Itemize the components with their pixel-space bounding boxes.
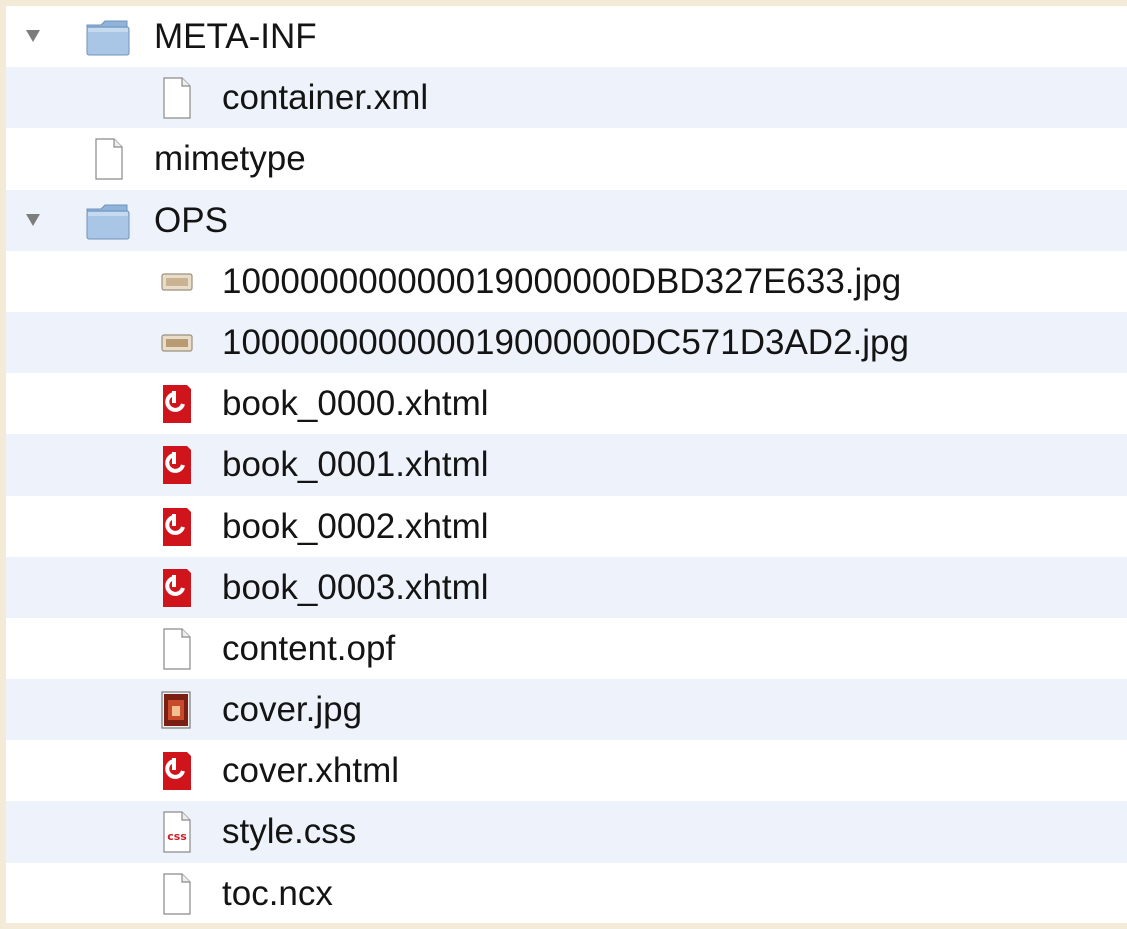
list-item-folder[interactable]: META-INF <box>6 6 1127 68</box>
list-item-file[interactable]: cover.jpg <box>6 679 1127 741</box>
list-item-file[interactable]: cover.xhtml <box>6 740 1127 802</box>
item-name: cover.xhtml <box>222 751 399 791</box>
xhtml-document-icon <box>152 382 200 426</box>
document-icon <box>152 627 200 671</box>
list-item-file[interactable]: content.opf <box>6 617 1127 680</box>
folder-icon <box>84 199 132 243</box>
item-name: book_0001.xhtml <box>222 445 489 485</box>
item-name: container.xml <box>222 78 429 118</box>
item-name: cover.jpg <box>222 690 363 730</box>
list-item-file[interactable]: css style.css <box>6 801 1127 863</box>
xhtml-document-icon <box>152 749 200 793</box>
list-item-file[interactable]: toc.ncx <box>6 862 1127 923</box>
list-item-folder[interactable]: OPS <box>6 189 1127 251</box>
document-icon <box>152 76 200 120</box>
item-name: book_0002.xhtml <box>222 506 489 546</box>
image-thumbnail-icon <box>152 260 200 304</box>
item-name: 100000000000019000000DBD327E633.jpg <box>222 261 902 301</box>
xhtml-document-icon <box>152 566 200 610</box>
disclosure-triangle-icon[interactable] <box>26 30 40 42</box>
list-item-file[interactable]: 100000000000019000000DC571D3AD2.jpg <box>6 311 1127 374</box>
list-item-file[interactable]: book_0002.xhtml <box>6 495 1127 557</box>
list-item-file[interactable]: book_0000.xhtml <box>6 373 1127 435</box>
item-name: mimetype <box>154 139 306 179</box>
image-preview-icon <box>152 688 200 732</box>
list-item-file[interactable]: mimetype <box>6 128 1127 190</box>
item-name: META-INF <box>154 17 317 56</box>
list-item-file[interactable]: container.xml <box>6 67 1127 129</box>
xhtml-document-icon <box>152 443 200 487</box>
item-name: book_0003.xhtml <box>222 567 489 607</box>
svg-text:css: css <box>167 830 187 843</box>
image-thumbnail-icon <box>152 321 200 365</box>
list-item-file[interactable]: book_0001.xhtml <box>6 434 1127 496</box>
css-document-icon: css <box>152 810 200 854</box>
item-name: OPS <box>154 200 228 240</box>
item-name: 100000000000019000000DC571D3AD2.jpg <box>222 322 909 362</box>
xhtml-document-icon <box>152 505 200 549</box>
item-name: book_0000.xhtml <box>222 384 489 424</box>
document-icon <box>84 137 132 181</box>
file-list: META-INF container.xml mimetype OPS 1000… <box>6 6 1127 923</box>
list-item-file[interactable]: 100000000000019000000DBD327E633.jpg <box>6 250 1127 312</box>
list-item-file[interactable]: book_0003.xhtml <box>6 556 1127 618</box>
item-name: toc.ncx <box>222 873 333 913</box>
item-name: style.css <box>222 812 357 852</box>
item-name: content.opf <box>222 628 396 668</box>
folder-icon <box>84 15 132 59</box>
document-icon <box>152 872 200 916</box>
disclosure-triangle-icon[interactable] <box>26 213 40 226</box>
